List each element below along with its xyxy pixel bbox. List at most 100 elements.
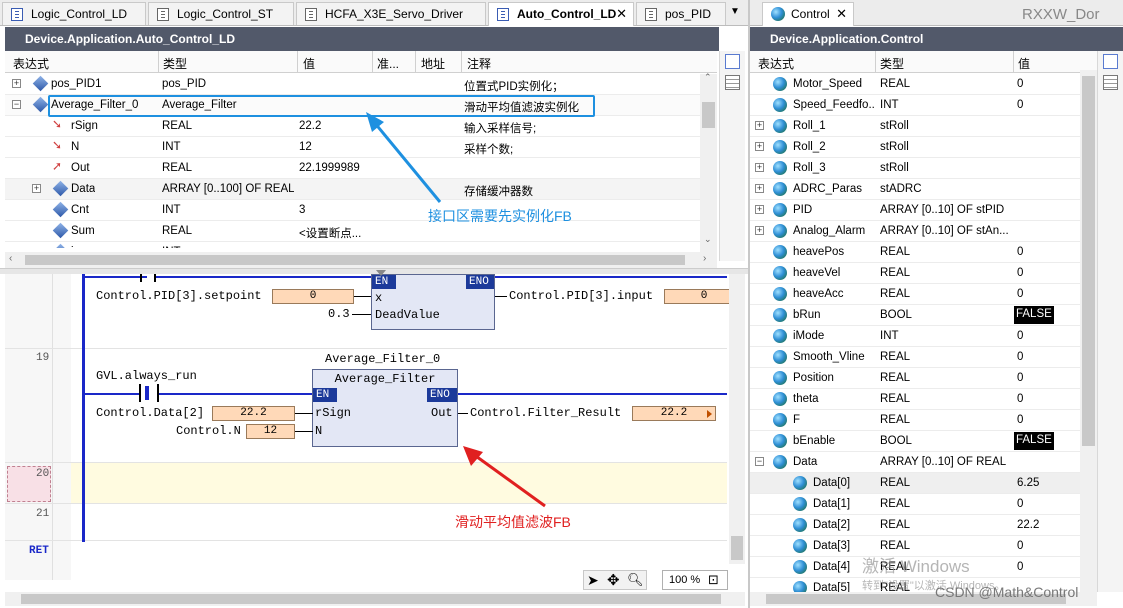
value-cell[interactable]: 6.25 bbox=[1017, 477, 1039, 489]
value-cell[interactable]: 22.2 bbox=[1017, 519, 1039, 531]
collapse-arrow-icon[interactable] bbox=[376, 270, 386, 276]
zoom-icon[interactable]: 🔍︎ bbox=[627, 572, 644, 588]
watch-table-row[interactable]: Motor_Speed REAL 0 bbox=[750, 74, 1080, 95]
expand-toggle-icon[interactable]: + bbox=[755, 163, 764, 172]
left-table-row[interactable]: Sum REAL <设置断点... bbox=[5, 221, 700, 242]
left-table-row[interactable]: ➘ N INT 12 采样个数; bbox=[5, 137, 700, 158]
value-cell[interactable]: 0 bbox=[1017, 498, 1023, 510]
value-cell[interactable]: 0 bbox=[1017, 267, 1023, 279]
left-vertical-scrollbar[interactable]: ⌃ ⌄ bbox=[700, 72, 717, 252]
watch-table-row[interactable]: bEnable BOOL FALSE bbox=[750, 431, 1080, 452]
ladder-vertical-scrollbar[interactable] bbox=[729, 274, 745, 564]
zoom-fit-icon[interactable]: ⊡ bbox=[708, 572, 719, 588]
value-cell[interactable]: 22.1999989 bbox=[299, 162, 369, 174]
expand-toggle-icon[interactable]: − bbox=[755, 457, 764, 466]
tab-logic-control-st[interactable]: Logic_Control_ST bbox=[148, 2, 294, 25]
watch-table-row[interactable]: iMode INT 0 bbox=[750, 326, 1080, 347]
col-expression[interactable]: 表达式 bbox=[758, 55, 794, 72]
bool-value-cell[interactable]: FALSE bbox=[1014, 306, 1054, 324]
tab-auto-control-ld[interactable]: Auto_Control_LD ✕ bbox=[488, 2, 634, 26]
watch-table-row[interactable]: Data[1] REAL 0 bbox=[750, 494, 1080, 515]
col-expression[interactable]: 表达式 bbox=[13, 55, 49, 72]
left-table-row[interactable]: Cnt INT 3 bbox=[5, 200, 700, 221]
watch-table-row[interactable]: theta REAL 0 bbox=[750, 389, 1080, 410]
col-address[interactable]: 地址 bbox=[421, 55, 445, 72]
watch-table-row[interactable]: + PID ARRAY [0..10] OF stPID bbox=[750, 200, 1080, 221]
list-view-icon[interactable] bbox=[725, 54, 740, 69]
expand-toggle-icon[interactable]: − bbox=[12, 100, 21, 109]
grid-view-icon[interactable] bbox=[1103, 75, 1118, 90]
col-prepared[interactable]: 准... bbox=[377, 55, 399, 72]
watch-table-row[interactable]: + Analog_Alarm ARRAY [0..10] OF stAn... bbox=[750, 221, 1080, 242]
watch-table-row[interactable]: heaveVel REAL 0 bbox=[750, 263, 1080, 284]
watch-table-row[interactable]: Position REAL 0 bbox=[750, 368, 1080, 389]
watch-table-row[interactable]: Smooth_Vline REAL 0 bbox=[750, 347, 1080, 368]
col-type[interactable]: 类型 bbox=[163, 55, 187, 72]
watch-table-row[interactable]: heavePos REAL 0 bbox=[750, 242, 1080, 263]
watch-table-row[interactable]: F REAL 0 bbox=[750, 410, 1080, 431]
always-run-contact[interactable] bbox=[139, 384, 159, 402]
tab-pos-pid[interactable]: pos_PID bbox=[636, 2, 726, 25]
value-cell[interactable]: <设置断点... bbox=[299, 246, 369, 248]
ladder-horizontal-scrollbar[interactable] bbox=[5, 592, 745, 606]
right-vertical-scrollbar[interactable] bbox=[1080, 70, 1097, 592]
list-view-icon[interactable] bbox=[1103, 54, 1118, 69]
fb-average-filter[interactable]: Average_Filter EN ENO rSign Out N bbox=[312, 369, 458, 447]
rung-20-area[interactable] bbox=[71, 463, 727, 503]
expand-toggle-icon[interactable]: + bbox=[755, 205, 764, 214]
watch-table-row[interactable]: + Roll_3 stRoll bbox=[750, 158, 1080, 179]
expand-toggle-icon[interactable]: + bbox=[755, 142, 764, 151]
watch-table-row[interactable]: Speed_Feedfo... INT 0 bbox=[750, 95, 1080, 116]
expand-toggle-icon[interactable]: + bbox=[755, 121, 764, 130]
tab-dropdown-icon[interactable]: ▼ bbox=[730, 6, 740, 17]
col-value[interactable]: 值 bbox=[303, 55, 315, 72]
bool-value-cell[interactable]: FALSE bbox=[1014, 432, 1054, 450]
expand-toggle-icon[interactable]: + bbox=[32, 184, 41, 193]
filter-result-value[interactable]: 22.2 bbox=[632, 406, 716, 421]
col-comment[interactable]: 注释 bbox=[467, 55, 491, 72]
input-data2-value[interactable]: 22.2 bbox=[212, 406, 295, 421]
value-cell[interactable]: 0 bbox=[1017, 351, 1023, 363]
col-type[interactable]: 类型 bbox=[880, 55, 904, 72]
fb-deadzone[interactable]: EN ENO x DeadValue bbox=[371, 274, 495, 330]
setpoint-value[interactable]: 0 bbox=[272, 289, 354, 304]
watch-table-row[interactable]: bRun BOOL FALSE bbox=[750, 305, 1080, 326]
pointer-icon[interactable]: ➤ bbox=[587, 572, 599, 589]
value-cell[interactable]: 0 bbox=[1017, 99, 1023, 111]
tab-control[interactable]: Control ✕ bbox=[762, 2, 854, 26]
tab-hcfa-servo-driver[interactable]: HCFA_X3E_Servo_Driver bbox=[296, 2, 486, 25]
grid-view-icon[interactable] bbox=[725, 75, 740, 90]
left-table-row[interactable]: ➘ rSign REAL 22.2 输入采样信号; bbox=[5, 116, 700, 137]
watch-table-row[interactable]: Data[2] REAL 22.2 bbox=[750, 515, 1080, 536]
value-cell[interactable]: <设置断点... bbox=[299, 225, 369, 241]
value-cell[interactable]: 0 bbox=[1017, 288, 1023, 300]
value-cell[interactable]: 0 bbox=[1017, 78, 1023, 90]
value-cell[interactable]: 0 bbox=[1017, 372, 1023, 384]
value-cell[interactable]: 3 bbox=[299, 204, 369, 216]
value-cell[interactable]: 0 bbox=[1017, 246, 1023, 258]
watch-table-row[interactable]: + Roll_2 stRoll bbox=[750, 137, 1080, 158]
value-cell[interactable]: 0 bbox=[1017, 393, 1023, 405]
col-value[interactable]: 值 bbox=[1018, 55, 1030, 72]
watch-table-row[interactable]: heaveAcc REAL 0 bbox=[750, 284, 1080, 305]
value-cell[interactable]: 0 bbox=[1017, 561, 1023, 573]
expand-toggle-icon[interactable]: + bbox=[755, 226, 764, 235]
value-cell[interactable]: 0 bbox=[1017, 330, 1023, 342]
close-icon[interactable]: ✕ bbox=[836, 6, 847, 22]
left-horizontal-scrollbar[interactable]: ‹ › bbox=[5, 252, 717, 268]
value-cell[interactable]: 12 bbox=[299, 141, 369, 153]
left-table-row[interactable]: + pos_PID1 pos_PID 位置式PID实例化； bbox=[5, 74, 700, 95]
watch-table-row[interactable]: + ADRC_Paras stADRC bbox=[750, 179, 1080, 200]
left-table-row[interactable]: ➚ Out REAL 22.1999989 bbox=[5, 158, 700, 179]
close-icon[interactable]: ✕ bbox=[616, 6, 627, 22]
value-cell[interactable]: 0 bbox=[1017, 414, 1023, 426]
expand-toggle-icon[interactable]: + bbox=[755, 184, 764, 193]
expand-toggle-icon[interactable]: + bbox=[12, 79, 21, 88]
left-table-row[interactable]: + Data ARRAY [0..100] OF REAL 存储缓冲器数 bbox=[5, 179, 700, 200]
watch-table-row[interactable]: − Data ARRAY [0..10] OF REAL bbox=[750, 452, 1080, 473]
tab-logic-control-ld[interactable]: Logic_Control_LD bbox=[2, 2, 146, 25]
value-cell[interactable]: 22.2 bbox=[299, 120, 369, 132]
left-table-row[interactable]: i INT <设置断点... bbox=[5, 242, 700, 248]
watch-table-row[interactable]: + Roll_1 stRoll bbox=[750, 116, 1080, 137]
input-n-value[interactable]: 12 bbox=[246, 424, 295, 439]
